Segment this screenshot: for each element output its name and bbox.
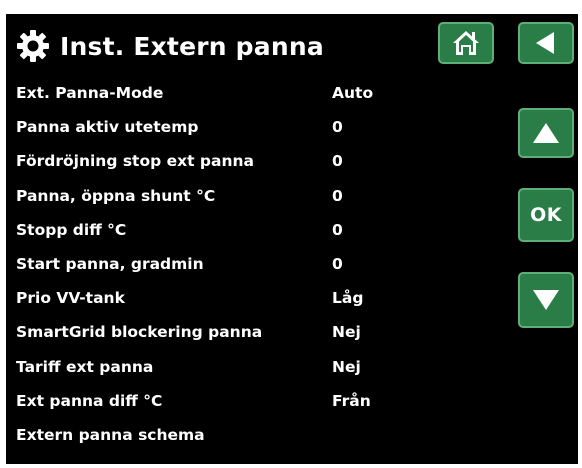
setting-label: Ext. Panna-Mode — [16, 84, 164, 102]
setting-label: Panna, öppna shunt °C — [16, 186, 216, 205]
setting-value: Nej — [332, 357, 361, 376]
setting-label: Tariff ext panna — [16, 357, 154, 376]
setting-row-ext-panna-mode[interactable]: Ext. Panna-Mode Auto — [16, 80, 416, 114]
setting-value: Från — [332, 391, 371, 410]
back-arrow-icon — [536, 32, 554, 54]
setting-value: 0 — [332, 118, 343, 137]
back-button[interactable] — [518, 22, 574, 64]
ok-button[interactable]: OK — [518, 188, 574, 242]
setting-row-fordrojning-stop[interactable]: Fördröjning stop ext panna 0 — [16, 148, 416, 182]
setting-value: 0 — [332, 152, 343, 171]
setting-value: Auto — [332, 84, 374, 102]
controller-screen: Inst. Extern panna OK Ext. Panna-Mode Au… — [6, 14, 578, 464]
setting-row-stopp-diff[interactable]: Stopp diff °C 0 — [16, 217, 416, 251]
setting-label: Ext panna diff °C — [16, 391, 163, 410]
setting-label: Panna aktiv utetemp — [16, 118, 199, 137]
arrow-down-icon — [533, 290, 559, 310]
setting-label: Extern panna schema — [16, 425, 205, 444]
setting-value: 0 — [332, 220, 343, 239]
setting-value: 0 — [332, 186, 343, 205]
setting-label: Start panna, gradmin — [16, 254, 204, 273]
setting-label: Fördröjning stop ext panna — [16, 152, 255, 171]
page-title: Inst. Extern panna — [60, 31, 324, 61]
setting-row-ext-panna-diff[interactable]: Ext panna diff °C Från — [16, 388, 416, 422]
scroll-up-button[interactable] — [518, 108, 574, 158]
gear-icon — [17, 30, 49, 62]
setting-label: Prio VV-tank — [16, 289, 125, 308]
page-header: Inst. Extern panna — [16, 26, 324, 66]
setting-label: Stopp diff °C — [16, 220, 127, 239]
setting-row-prio-vv-tank[interactable]: Prio VV-tank Låg — [16, 285, 416, 319]
arrow-up-icon — [533, 123, 559, 143]
home-icon — [453, 31, 479, 55]
setting-row-smartgrid-blockering[interactable]: SmartGrid blockering panna Nej — [16, 319, 416, 353]
setting-row-extern-panna-schema[interactable]: Extern panna schema — [16, 422, 416, 456]
setting-value: 0 — [332, 254, 343, 273]
setting-row-oppna-shunt[interactable]: Panna, öppna shunt °C 0 — [16, 183, 416, 217]
ok-button-label: OK — [530, 204, 562, 226]
scroll-down-button[interactable] — [518, 272, 574, 328]
setting-label: SmartGrid blockering panna — [16, 323, 263, 342]
setting-row-start-panna-gradmin[interactable]: Start panna, gradmin 0 — [16, 251, 416, 285]
setting-row-tariff-ext-panna[interactable]: Tariff ext panna Nej — [16, 354, 416, 388]
setting-row-panna-aktiv-utetemp[interactable]: Panna aktiv utetemp 0 — [16, 114, 416, 148]
home-button[interactable] — [438, 22, 494, 64]
settings-list: Ext. Panna-Mode Auto Panna aktiv utetemp… — [16, 80, 416, 456]
setting-value: Låg — [332, 289, 364, 308]
setting-value: Nej — [332, 323, 361, 342]
